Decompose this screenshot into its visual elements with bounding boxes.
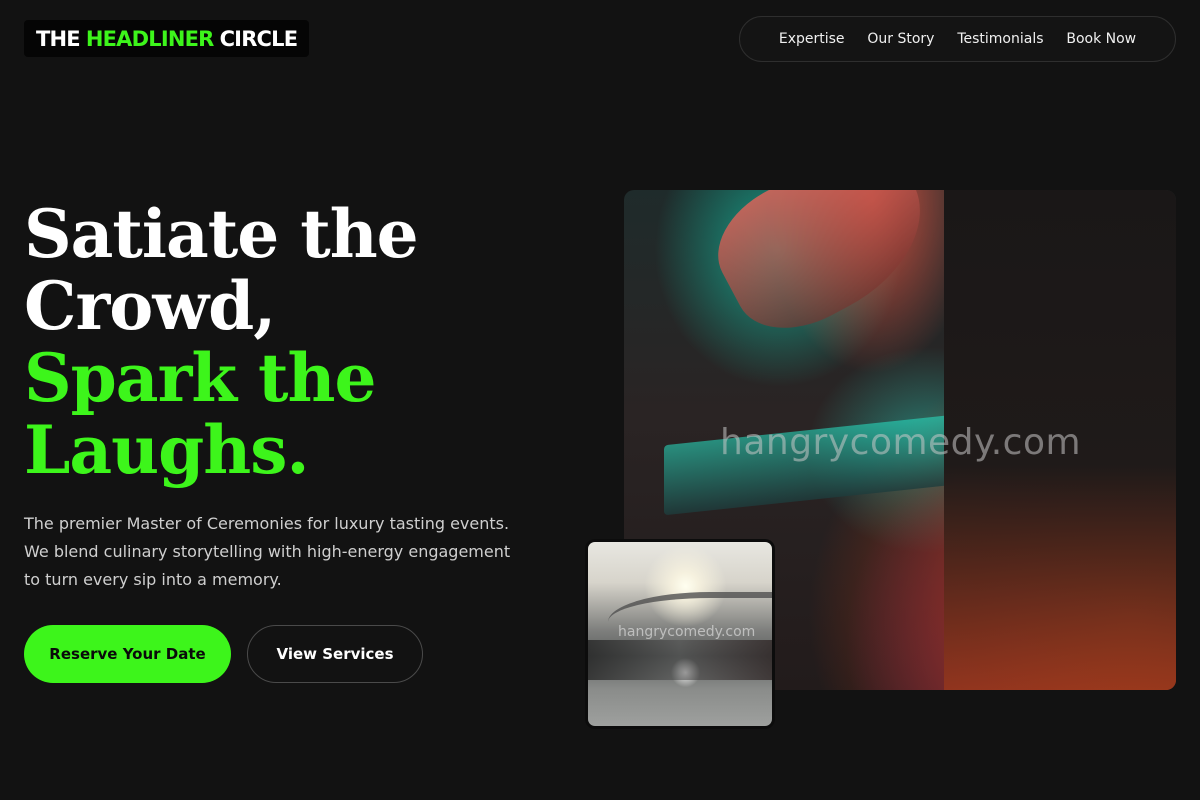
- main-image-watermark: hangrycomedy.com: [720, 422, 1082, 463]
- logo-word-circle: CIRCLE: [219, 26, 299, 51]
- main-nav: Expertise Our Story Testimonials Book No…: [739, 16, 1176, 62]
- headline-line-2: Crowd,: [24, 267, 276, 345]
- reserve-date-button[interactable]: Reserve Your Date: [24, 625, 231, 683]
- nav-link-our-story[interactable]: Our Story: [867, 31, 934, 47]
- nav-link-book-now[interactable]: Book Now: [1066, 31, 1136, 47]
- secondary-image-watermark: hangrycomedy.com: [618, 624, 756, 640]
- logo-word-the: THE: [36, 26, 81, 51]
- logo[interactable]: THE HEADLINER CIRCLE: [24, 20, 310, 57]
- image-motorcycles-shape: [588, 640, 772, 680]
- hero-headline: Satiate the Crowd, Spark the Laughs.: [24, 198, 544, 486]
- hero-secondary-image: hangrycomedy.com: [588, 542, 772, 726]
- hero-description: The premier Master of Ceremonies for lux…: [24, 514, 511, 589]
- nav-link-testimonials[interactable]: Testimonials: [957, 31, 1043, 47]
- nav-link-expertise[interactable]: Expertise: [779, 31, 845, 47]
- logo-word-headliner: HEADLINER: [85, 26, 215, 51]
- view-services-button[interactable]: View Services: [247, 625, 423, 683]
- headline-line-3: Spark the: [24, 339, 377, 417]
- headline-line-4: Laughs.: [24, 411, 309, 489]
- image-arm-shape: [698, 190, 950, 352]
- headline-line-1: Satiate the: [24, 195, 419, 273]
- hero-secondary-image-frame: hangrycomedy.com: [585, 539, 775, 729]
